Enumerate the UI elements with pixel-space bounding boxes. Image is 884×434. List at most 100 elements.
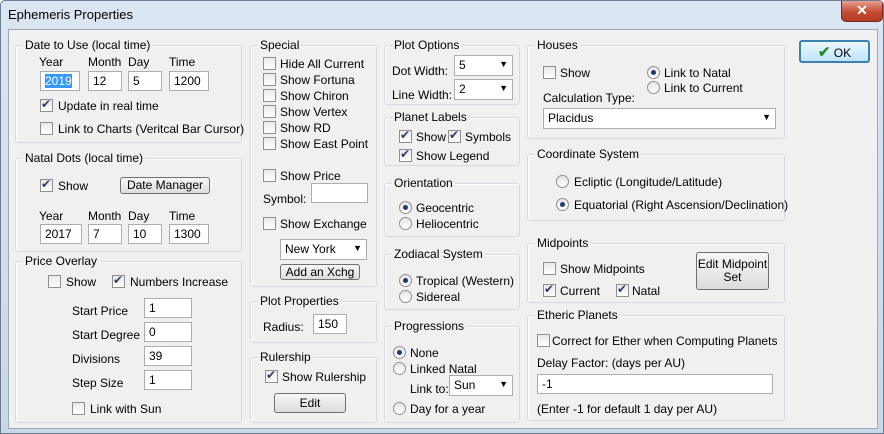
date-time-input[interactable]: 1200 bbox=[169, 71, 209, 91]
start-price-label: Start Price bbox=[72, 304, 129, 318]
price-overlay-group: Price Overlay Show Numbers Increase Star… bbox=[15, 254, 242, 423]
link-natal-radio[interactable] bbox=[647, 66, 660, 79]
natal-year-input[interactable]: 2017 bbox=[40, 224, 82, 244]
dot-width-select[interactable]: 5 ▼ bbox=[454, 55, 513, 76]
coordinate-title: Coordinate System bbox=[535, 147, 642, 161]
numbers-increase-checkbox[interactable] bbox=[112, 273, 125, 288]
show-exchange-label: Show Exchange bbox=[280, 217, 367, 231]
show-chiron-checkbox[interactable] bbox=[263, 89, 276, 102]
planet-labels-title: Planet Labels bbox=[392, 110, 469, 124]
edit-midpoint-set-button[interactable]: Edit Midpoint Set bbox=[696, 252, 769, 290]
calc-type-select[interactable]: Placidus ▼ bbox=[543, 108, 776, 129]
natal-time-header: Time bbox=[169, 209, 196, 223]
natal-day-header: Day bbox=[128, 209, 150, 223]
edit-midpoint-line2: Set bbox=[723, 270, 742, 284]
heliocentric-radio[interactable] bbox=[399, 217, 412, 230]
date-to-use-title: Date to Use (local time) bbox=[23, 38, 153, 52]
orientation-title: Orientation bbox=[392, 176, 455, 190]
exchange-selected-value: New York bbox=[285, 242, 336, 256]
date-month-input[interactable]: 12 bbox=[88, 71, 122, 91]
natal-month-input[interactable]: 7 bbox=[88, 224, 122, 244]
show-midpoints-checkbox[interactable] bbox=[543, 262, 556, 275]
show-rulership-checkbox[interactable] bbox=[265, 368, 278, 383]
exchange-select[interactable]: New York ▼ bbox=[280, 239, 367, 260]
ok-button[interactable]: ✔ OK bbox=[799, 40, 870, 63]
close-button[interactable]: ✕ bbox=[841, 1, 883, 22]
rulership-title: Rulership bbox=[258, 350, 313, 364]
radius-input[interactable]: 150 bbox=[313, 314, 347, 334]
show-legend-checkbox[interactable] bbox=[399, 147, 412, 162]
natal-day-input[interactable]: 10 bbox=[128, 224, 162, 244]
show-east-point-label: Show East Point bbox=[280, 137, 369, 151]
orientation-group: Orientation Geocentric Heliocentric bbox=[384, 176, 520, 237]
date-manager-button[interactable]: Date Manager bbox=[120, 177, 210, 194]
title-bar[interactable]: Ephemeris Properties ✕ bbox=[1, 1, 883, 29]
show-legend-label: Show Legend bbox=[416, 149, 490, 163]
link-with-sun-checkbox[interactable] bbox=[72, 402, 85, 415]
hide-all-current-checkbox[interactable] bbox=[263, 57, 276, 70]
correct-ether-checkbox[interactable] bbox=[537, 334, 550, 347]
show-rd-checkbox[interactable] bbox=[263, 121, 276, 134]
midpoints-title: Midpoints bbox=[535, 236, 591, 250]
edit-midpoint-line1: Edit Midpoint bbox=[697, 257, 768, 271]
date-day-value: 5 bbox=[133, 74, 140, 88]
update-realtime-checkbox[interactable] bbox=[40, 97, 53, 112]
linked-natal-radio[interactable] bbox=[393, 362, 406, 375]
link-to-value: Sun bbox=[454, 378, 476, 392]
price-show-checkbox[interactable] bbox=[48, 275, 61, 288]
none-radio[interactable] bbox=[393, 346, 406, 359]
coordinate-group: Coordinate System Ecliptic (Longitude/La… bbox=[527, 147, 788, 221]
show-chiron-label: Show Chiron bbox=[280, 89, 349, 103]
progressions-group: Progressions None Linked Natal Link to: … bbox=[384, 319, 520, 423]
houses-show-label: Show bbox=[560, 66, 591, 80]
geocentric-radio[interactable] bbox=[399, 201, 412, 214]
show-fortuna-checkbox[interactable] bbox=[263, 73, 276, 86]
show-price-checkbox[interactable] bbox=[263, 169, 276, 182]
rulership-group: Rulership Show Rulership Edit bbox=[250, 350, 377, 423]
link-to-charts-checkbox[interactable] bbox=[40, 122, 53, 135]
midpoints-natal-checkbox[interactable] bbox=[616, 282, 629, 297]
link-current-radio[interactable] bbox=[647, 81, 660, 94]
start-price-input[interactable]: 1 bbox=[144, 298, 192, 318]
ecliptic-radio[interactable] bbox=[556, 175, 569, 188]
numbers-increase-label: Numbers Increase bbox=[130, 275, 229, 289]
show-east-point-checkbox[interactable] bbox=[263, 137, 276, 150]
show-vertex-checkbox[interactable] bbox=[263, 105, 276, 118]
rulership-edit-button[interactable]: Edit bbox=[274, 393, 346, 413]
show-rulership-label: Show Rulership bbox=[282, 370, 367, 384]
line-width-value: 2 bbox=[459, 82, 466, 96]
midpoints-current-checkbox[interactable] bbox=[543, 282, 556, 297]
natal-show-checkbox[interactable] bbox=[40, 177, 53, 192]
plot-properties-group: Plot Properties Radius: 150 bbox=[250, 294, 377, 343]
tropical-radio[interactable] bbox=[399, 274, 412, 287]
start-degree-input[interactable]: 0 bbox=[144, 322, 192, 342]
delay-factor-input[interactable]: -1 bbox=[537, 374, 773, 394]
symbols-checkbox[interactable] bbox=[448, 128, 461, 143]
step-size-input[interactable]: 1 bbox=[144, 370, 192, 390]
equatorial-radio[interactable] bbox=[556, 198, 569, 211]
window-title: Ephemeris Properties bbox=[8, 7, 133, 22]
natal-month-header: Month bbox=[88, 209, 122, 223]
natal-time-input[interactable]: 1300 bbox=[169, 224, 209, 244]
date-year-input[interactable]: 2019 bbox=[40, 71, 80, 91]
line-width-select[interactable]: 2 ▼ bbox=[454, 79, 513, 100]
dot-width-value: 5 bbox=[459, 58, 466, 72]
year-header: Year bbox=[39, 55, 64, 69]
natal-dots-title: Natal Dots (local time) bbox=[23, 151, 146, 165]
houses-show-checkbox[interactable] bbox=[543, 66, 556, 79]
divisions-input[interactable]: 39 bbox=[144, 346, 192, 366]
dot-width-label: Dot Width: bbox=[392, 64, 449, 78]
link-to-select[interactable]: Sun ▼ bbox=[449, 375, 513, 396]
ecliptic-label: Ecliptic (Longitude/Latitude) bbox=[574, 175, 723, 189]
ok-button-label: OK bbox=[833, 46, 852, 60]
add-exchange-button[interactable]: Add an Xchg bbox=[280, 264, 360, 280]
show-exchange-checkbox[interactable] bbox=[263, 217, 276, 230]
month-header: Month bbox=[88, 55, 122, 69]
planet-show-checkbox[interactable] bbox=[399, 128, 412, 143]
sidereal-radio[interactable] bbox=[399, 290, 412, 303]
day-for-year-radio[interactable] bbox=[393, 402, 406, 415]
link-to-charts-label: Link to Charts (Veritcal Bar Cursor) bbox=[58, 122, 245, 136]
dialog-client: ✔ OK Date to Use (local time) Year Month… bbox=[8, 29, 878, 429]
symbol-input[interactable] bbox=[311, 183, 368, 203]
date-day-input[interactable]: 5 bbox=[128, 71, 162, 91]
